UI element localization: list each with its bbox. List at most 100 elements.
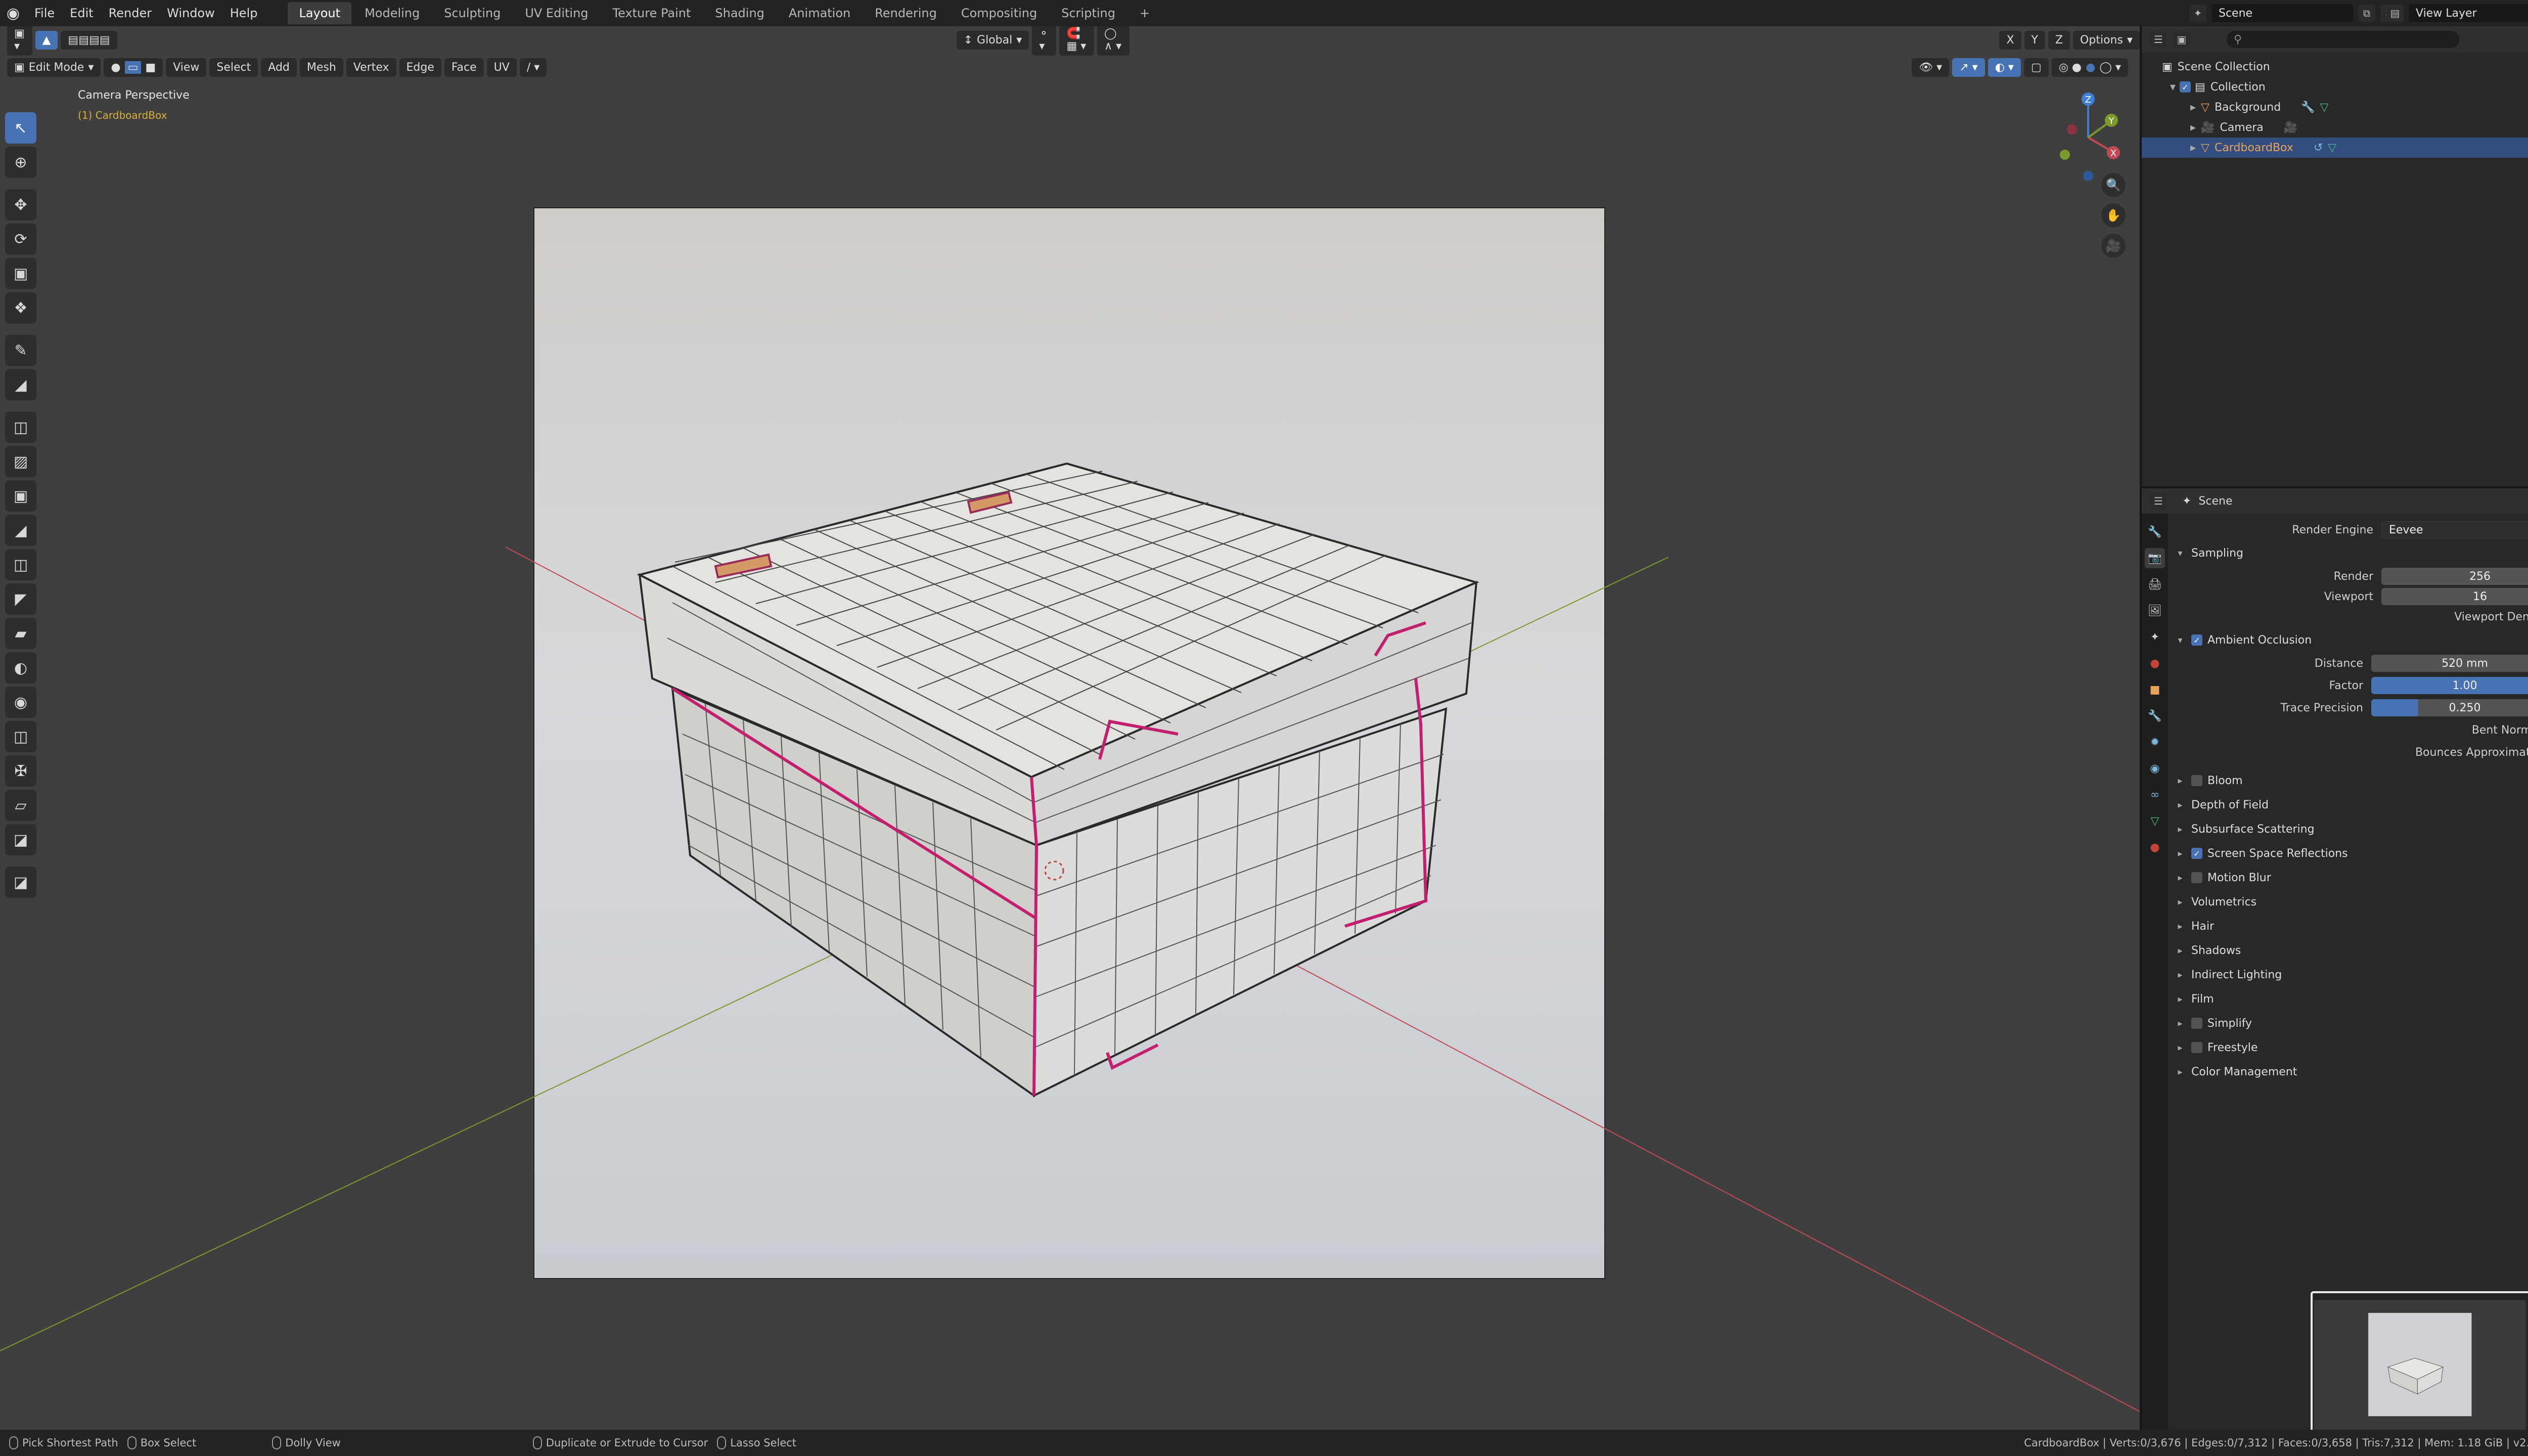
tab-animation[interactable]: Animation <box>778 2 862 24</box>
overlay-extra-icon[interactable]: ∕ ▾ <box>519 58 547 77</box>
panel-header[interactable]: ▸ Shadows <box>2174 938 2528 963</box>
panel-header[interactable]: ▸ Color Management <box>2174 1060 2528 1084</box>
tab-sculpting[interactable]: Sculpting <box>433 2 512 24</box>
bent-normals-checkbox[interactable]: Bent Normals✓ <box>2472 724 2528 737</box>
snap-icon[interactable]: 🧲 ▦ ▾ <box>1059 26 1095 56</box>
menu-mesh[interactable]: Mesh <box>299 58 343 77</box>
transform-orientation-dropdown[interactable]: ↕ Global ▾ <box>956 30 1029 50</box>
panel-enable-checkbox[interactable] <box>2191 775 2202 786</box>
measure-icon[interactable]: ◢ <box>5 369 36 400</box>
tab-layout[interactable]: Layout <box>288 2 352 24</box>
data-tab-icon[interactable]: ▽ <box>2145 811 2165 831</box>
scale-icon[interactable]: ▣ <box>5 258 36 289</box>
expand-chevron-icon[interactable]: ▸ <box>2190 142 2196 154</box>
panel-header[interactable]: ▸ Bloom <box>2174 768 2528 793</box>
panel-enable-checkbox[interactable] <box>2191 1042 2202 1053</box>
view-layer-icon[interactable]: ▤ <box>2386 5 2404 22</box>
tab-rendering[interactable]: Rendering <box>864 2 948 24</box>
ao-precision-slider[interactable]: 0.250 <box>2371 699 2528 716</box>
zoom-icon[interactable]: 🔍 <box>2101 173 2126 197</box>
physics-tab-icon[interactable]: ◉ <box>2145 758 2165 779</box>
outliner-search-input[interactable]: ⚲ <box>2227 31 2459 48</box>
constraints-tab-icon[interactable]: ∞ <box>2145 785 2165 805</box>
tab-uv-editing[interactable]: UV Editing <box>514 2 599 24</box>
shrink-icon[interactable]: ✠ <box>5 755 36 787</box>
menu-render[interactable]: Render <box>103 3 158 23</box>
tree-item-collection[interactable]: ▾ ✓ ▤ Collection 👁 <box>2142 77 2528 97</box>
panel-header[interactable]: ▸ Hair <box>2174 914 2528 938</box>
bevel-icon[interactable]: ◢ <box>5 515 36 546</box>
smooth-icon[interactable]: ◉ <box>5 687 36 718</box>
scene-tab-icon[interactable]: ✦ <box>2145 627 2165 647</box>
select-mode-icons[interactable]: ▤▤▤▤ <box>61 30 117 50</box>
menu-face[interactable]: Face <box>444 58 484 77</box>
panel-enable-checkbox[interactable]: ✓ <box>2191 848 2202 859</box>
expand-chevron-icon[interactable]: ▸ <box>2190 121 2196 134</box>
object-tab-icon[interactable]: ■ <box>2145 679 2165 700</box>
tab-scripting[interactable]: Scripting <box>1050 2 1126 24</box>
collection-checkbox[interactable]: ✓ <box>2180 81 2191 93</box>
material-tab-icon[interactable]: ● <box>2145 837 2165 857</box>
menu-window[interactable]: Window <box>161 3 221 23</box>
add-object-icon[interactable]: ◪ <box>5 867 36 898</box>
select-mode-toggle[interactable]: ● ▭ ■ <box>104 58 163 77</box>
menu-help[interactable]: Help <box>224 3 264 23</box>
panel-header[interactable]: ▸ Subsurface Scattering <box>2174 817 2528 841</box>
rip-icon[interactable]: ◪ <box>5 824 36 855</box>
visibility-icon[interactable]: 👁 ▾ <box>1912 58 1950 77</box>
ao-factor-slider[interactable]: 1.00 <box>2371 677 2528 694</box>
annotate-icon[interactable]: ✎ <box>5 335 36 366</box>
tree-root[interactable]: ▣ Scene Collection <box>2142 57 2528 77</box>
loop-cut-icon[interactable]: ◫ <box>5 549 36 580</box>
spin-icon[interactable]: ◐ <box>5 652 36 684</box>
new-scene-icon[interactable]: ⧉ <box>2358 5 2375 22</box>
mirror-x-icon[interactable]: X <box>1999 30 2021 50</box>
poly-build-icon[interactable]: ▰ <box>5 618 36 649</box>
menu-file[interactable]: File <box>28 3 61 23</box>
rotate-icon[interactable]: ⟳ <box>5 223 36 255</box>
tab-compositing[interactable]: Compositing <box>950 2 1048 24</box>
inset-icon[interactable]: ▣ <box>5 480 36 512</box>
particles-tab-icon[interactable]: ✹ <box>2145 732 2165 752</box>
ao-enable-checkbox[interactable]: ✓ <box>2191 634 2202 646</box>
panel-enable-checkbox[interactable] <box>2191 1018 2202 1029</box>
viewport-samples-field[interactable]: 16 <box>2381 588 2528 605</box>
menu-add[interactable]: Add <box>261 58 297 77</box>
shear-icon[interactable]: ▱ <box>5 790 36 821</box>
menu-select[interactable]: Select <box>209 58 258 77</box>
menu-uv[interactable]: UV <box>486 58 517 77</box>
edge-slide-icon[interactable]: ◫ <box>5 721 36 752</box>
panel-header[interactable]: ▸ Indirect Lighting <box>2174 963 2528 987</box>
expand-chevron-icon[interactable]: ▸ <box>2190 101 2196 114</box>
tab-shading[interactable]: Shading <box>704 2 776 24</box>
world-tab-icon[interactable]: ● <box>2145 653 2165 673</box>
shading-modes-icon[interactable]: ◎ ● ● ◯ ▾ <box>2051 58 2128 77</box>
render-tab-icon[interactable]: 📷 <box>2145 548 2165 568</box>
menu-edit[interactable]: Edit <box>64 3 99 23</box>
panel-header[interactable]: ▸ Volumetrics <box>2174 890 2528 914</box>
menu-view[interactable]: View <box>166 58 207 77</box>
pivot-point-icon[interactable]: ⚬ ▾ <box>1032 26 1057 56</box>
overlay-toggle-icon[interactable]: ◐ ▾ <box>1988 58 2021 77</box>
menu-vertex[interactable]: Vertex <box>346 58 396 77</box>
camera-view-icon[interactable]: 🎥 <box>2101 234 2126 258</box>
mirror-z-icon[interactable]: Z <box>2048 30 2070 50</box>
ao-distance-field[interactable]: 520 mm <box>2371 655 2528 672</box>
tree-item-background[interactable]: ▸ ▽ Background 🔧 ▽ 👁 <box>2142 97 2528 117</box>
properties-editor-icon[interactable]: ☰ <box>2150 492 2167 510</box>
select-box-icon[interactable]: ↖ <box>5 112 36 144</box>
view-layer-field[interactable]: View Layer <box>2409 4 2528 22</box>
blender-logo-icon[interactable]: ◉ <box>0 0 26 26</box>
panel-header[interactable]: ▸ Motion Blur <box>2174 866 2528 890</box>
pan-hand-icon[interactable]: ✋ <box>2101 203 2126 228</box>
bounces-approx-checkbox[interactable]: Bounces Approximation✓ <box>2415 746 2528 759</box>
panel-header[interactable]: ▸ Depth of Field <box>2174 793 2528 817</box>
extrude-icon[interactable]: ▨ <box>5 446 36 477</box>
tree-item-camera[interactable]: ▸ 🎥 Camera 🎥 👁 <box>2142 117 2528 138</box>
panel-header[interactable]: ▸ ✓ Screen Space Reflections <box>2174 841 2528 866</box>
add-cube-icon[interactable]: ◫ <box>5 412 36 443</box>
render-engine-dropdown[interactable]: Eevee▾ <box>2381 521 2528 538</box>
panel-enable-checkbox[interactable] <box>2191 872 2202 883</box>
tool-tab-icon[interactable]: 🔧 <box>2145 522 2165 542</box>
mode-dropdown[interactable]: ▣ Edit Mode ▾ <box>7 58 101 77</box>
